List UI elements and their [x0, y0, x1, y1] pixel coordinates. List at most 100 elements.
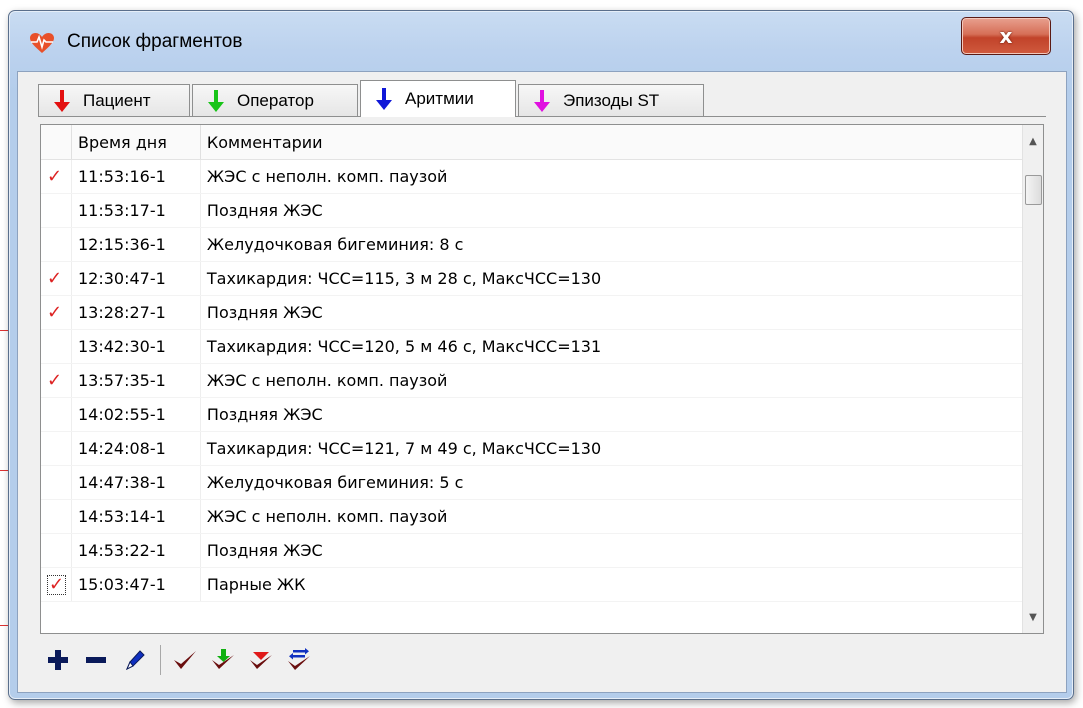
- table-row[interactable]: 14:53:14-1 ЖЭС с неполн. комп. паузой: [41, 499, 1023, 534]
- row-time: 11:53:17-1: [71, 193, 201, 228]
- bottom-toolbar: [40, 642, 319, 678]
- table-row[interactable]: 13:42:30-1 Тахикардия: ЧСС=120, 5 м 46 с…: [41, 329, 1023, 364]
- row-check-cell[interactable]: [41, 499, 72, 534]
- title-bar[interactable]: Список фрагментов x: [9, 11, 1073, 75]
- row-time: 15:03:47-1: [71, 567, 201, 602]
- mark-swap-button[interactable]: [281, 642, 317, 678]
- row-check-cell[interactable]: ✓: [41, 363, 72, 398]
- fragments-grid[interactable]: Время дня Комментарии ✓ 11:53:16-1 ЖЭС с…: [41, 125, 1023, 633]
- table-row[interactable]: ✓ 13:57:35-1 ЖЭС с неполн. комп. паузой: [41, 363, 1023, 398]
- scroll-up-icon[interactable]: ▲: [1023, 131, 1043, 151]
- add-button[interactable]: [40, 642, 76, 678]
- fragments-window: Список фрагментов x Пациент Оператор Ари…: [8, 10, 1074, 700]
- row-time: 11:53:16-1: [71, 159, 201, 194]
- tab-arrhythmias[interactable]: Аритмии: [360, 80, 516, 117]
- row-comment: Тахикардия: ЧСС=120, 5 м 46 с, МаксЧСС=1…: [200, 329, 1023, 364]
- edit-button[interactable]: [116, 642, 152, 678]
- toolbar-separator: [160, 645, 161, 675]
- row-time: 13:57:35-1: [71, 363, 201, 398]
- checkmark-icon: ✓: [47, 573, 67, 595]
- row-comment: ЖЭС с неполн. комп. паузой: [200, 159, 1023, 194]
- checkmark-icon: ✓: [47, 166, 63, 187]
- row-check-cell[interactable]: ✓: [41, 567, 72, 602]
- fragments-table: Время дня Комментарии ✓ 11:53:16-1 ЖЭС с…: [41, 125, 1023, 602]
- tab-divider: [38, 116, 1046, 117]
- column-header-comment[interactable]: Комментарии: [200, 125, 1023, 160]
- table-row[interactable]: 14:47:38-1 Желудочковая бигеминия: 5 с: [41, 465, 1023, 500]
- arrow-down-icon: [376, 88, 392, 110]
- heart-ecg-icon: [30, 33, 54, 53]
- close-icon: x: [999, 24, 1013, 48]
- check-remove-icon: [250, 652, 272, 669]
- tab-label: Эпизоды ST: [563, 90, 660, 110]
- check-icon: [174, 651, 196, 669]
- table-row[interactable]: 14:02:55-1 Поздняя ЖЭС: [41, 397, 1023, 432]
- row-time: 12:15:36-1: [71, 227, 201, 262]
- check-add-icon: [212, 649, 234, 669]
- mark-add-button[interactable]: [205, 642, 241, 678]
- row-comment: ЖЭС с неполн. комп. паузой: [200, 499, 1023, 534]
- row-check-cell[interactable]: [41, 227, 72, 262]
- window-title: Список фрагментов: [67, 31, 243, 52]
- row-comment: Тахикардия: ЧСС=115, 3 м 28 с, МаксЧСС=1…: [200, 261, 1023, 296]
- row-check-cell[interactable]: [41, 465, 72, 500]
- row-check-cell[interactable]: ✓: [41, 261, 72, 296]
- table-row[interactable]: ✓ 15:03:47-1 Парные ЖК: [41, 567, 1023, 602]
- tab-label: Аритмии: [405, 89, 474, 108]
- tab-st-episodes[interactable]: Эпизоды ST: [518, 84, 704, 116]
- close-button[interactable]: x: [961, 17, 1051, 55]
- tab-operator[interactable]: Оператор: [192, 84, 358, 116]
- table-row[interactable]: 12:15:36-1 Желудочковая бигеминия: 8 с: [41, 227, 1023, 262]
- table-row[interactable]: ✓ 11:53:16-1 ЖЭС с неполн. комп. паузой: [41, 159, 1023, 194]
- plus-icon: [48, 650, 68, 670]
- row-time: 14:24:08-1: [71, 431, 201, 466]
- row-check-cell[interactable]: [41, 533, 72, 568]
- column-header-check[interactable]: [41, 125, 72, 160]
- row-time: 13:42:30-1: [71, 329, 201, 364]
- scroll-down-icon[interactable]: ▼: [1023, 607, 1043, 627]
- row-time: 14:02:55-1: [71, 397, 201, 432]
- scrollbar-thumb[interactable]: [1025, 175, 1042, 205]
- vertical-scrollbar[interactable]: ▲ ▼: [1022, 125, 1043, 633]
- table-header-row: Время дня Комментарии: [41, 125, 1023, 160]
- row-check-cell[interactable]: [41, 193, 72, 228]
- tab-label: Оператор: [237, 90, 314, 110]
- row-time: 14:53:22-1: [71, 533, 201, 568]
- row-time: 14:53:14-1: [71, 499, 201, 534]
- table-row[interactable]: 11:53:17-1 Поздняя ЖЭС: [41, 193, 1023, 228]
- table-row[interactable]: 14:53:22-1 Поздняя ЖЭС: [41, 533, 1023, 568]
- minus-icon: [86, 657, 106, 663]
- arrow-down-icon: [54, 89, 70, 112]
- fragments-list-panel: Время дня Комментарии ✓ 11:53:16-1 ЖЭС с…: [40, 124, 1044, 634]
- row-comment: Тахикардия: ЧСС=121, 7 м 49 с, МаксЧСС=1…: [200, 431, 1023, 466]
- pen-icon: [126, 650, 145, 671]
- row-check-cell[interactable]: [41, 431, 72, 466]
- row-check-cell[interactable]: [41, 329, 72, 364]
- checkmark-icon: ✓: [47, 370, 63, 391]
- remove-button[interactable]: [78, 642, 114, 678]
- arrow-down-icon: [208, 89, 224, 112]
- row-check-cell[interactable]: [41, 397, 72, 432]
- arrow-down-icon: [534, 89, 550, 112]
- row-comment: Поздняя ЖЭС: [200, 295, 1023, 330]
- column-header-time[interactable]: Время дня: [71, 125, 201, 160]
- checkmark-icon: ✓: [47, 268, 63, 289]
- row-comment: ЖЭС с неполн. комп. паузой: [200, 363, 1023, 398]
- row-comment: Желудочковая бигеминия: 8 с: [200, 227, 1023, 262]
- table-row[interactable]: 14:24:08-1 Тахикардия: ЧСС=121, 7 м 49 с…: [41, 431, 1023, 466]
- row-time: 13:28:27-1: [71, 295, 201, 330]
- mark-button[interactable]: [167, 642, 203, 678]
- client-area: Пациент Оператор Аритмии Эпизоды ST Врем…: [17, 71, 1067, 693]
- row-comment: Желудочковая бигеминия: 5 с: [200, 465, 1023, 500]
- row-time: 14:47:38-1: [71, 465, 201, 500]
- row-time: 12:30:47-1: [71, 261, 201, 296]
- row-check-cell[interactable]: ✓: [41, 295, 72, 330]
- row-comment: Поздняя ЖЭС: [200, 397, 1023, 432]
- mark-remove-button[interactable]: [243, 642, 279, 678]
- tab-patient[interactable]: Пациент: [38, 84, 190, 116]
- row-comment: Парные ЖК: [200, 567, 1023, 602]
- row-check-cell[interactable]: ✓: [41, 159, 72, 194]
- table-row[interactable]: ✓ 13:28:27-1 Поздняя ЖЭС: [41, 295, 1023, 330]
- row-comment: Поздняя ЖЭС: [200, 193, 1023, 228]
- table-row[interactable]: ✓ 12:30:47-1 Тахикардия: ЧСС=115, 3 м 28…: [41, 261, 1023, 296]
